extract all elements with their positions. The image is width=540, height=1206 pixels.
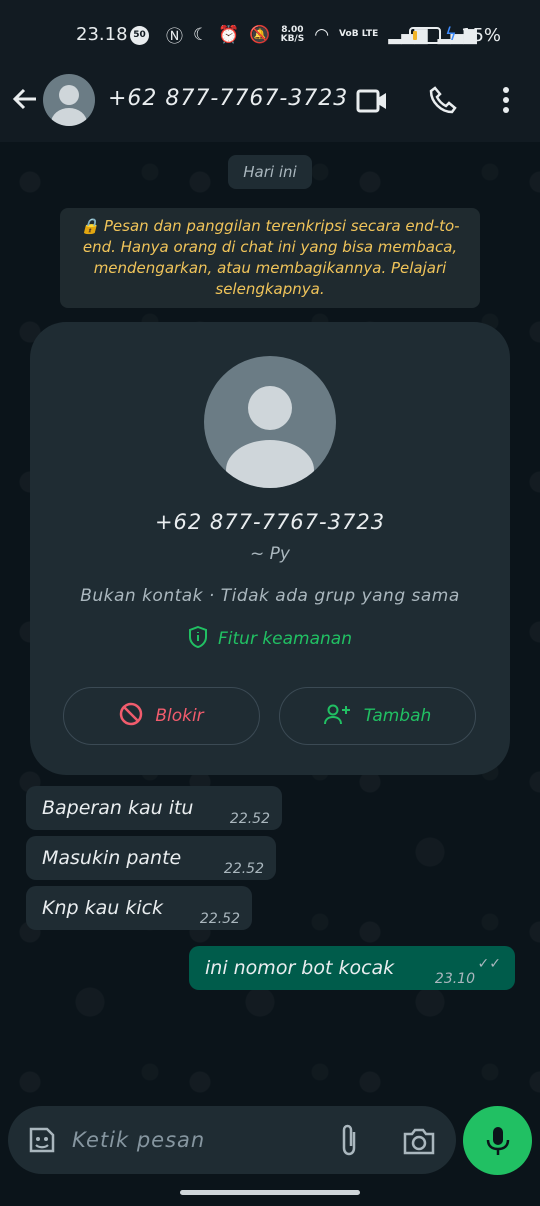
wifi-icon: ◠ (314, 24, 330, 45)
message-text: ini nomor bot kocak (205, 957, 395, 979)
mute-icon: 🔕 (249, 24, 271, 45)
message-text: Knp kau kick (42, 897, 164, 919)
chat-screen: 23.18 50 Ⓝ ☾ ⏰ 🔕 8.00 KB/S ◠ VoB LTE ▂▄▆… (0, 0, 540, 1206)
video-call-icon[interactable] (356, 88, 388, 114)
contact-card-name: ~ Py (250, 544, 290, 564)
network-speed: 8.00 KB/S (280, 25, 305, 44)
volte-icon: VoB LTE (339, 29, 379, 39)
contact-title[interactable]: +62 877-7767-3723 (108, 86, 348, 111)
more-options-icon[interactable] (496, 84, 516, 116)
attach-icon[interactable] (336, 1124, 364, 1158)
shield-icon (189, 625, 207, 649)
message-input[interactable] (72, 1122, 322, 1158)
chat-header: +62 877-7767-3723 (0, 70, 540, 142)
message-bubble-outgoing[interactable]: ini nomor bot kocak 23.10 ✓✓ (189, 946, 515, 990)
speed-unit: KB/S (280, 33, 305, 44)
message-bubble[interactable]: Baperan kau itu 22.52 (26, 786, 282, 830)
status-bar: 23.18 50 Ⓝ ☾ ⏰ 🔕 8.00 KB/S ◠ VoB LTE ▂▄▆… (0, 0, 540, 70)
notification-badge: 50 (130, 26, 149, 45)
message-time: 23.10 (434, 971, 475, 987)
battery-fill (413, 31, 417, 40)
message-bubble[interactable]: Knp kau kick 22.52 (26, 886, 252, 930)
message-text: Baperan kau itu (42, 797, 194, 819)
alarm-icon: ⏰ (218, 24, 240, 45)
encryption-notice[interactable]: 🔒 Pesan dan panggilan terenkripsi secara… (60, 208, 480, 308)
contact-card: +62 877-7767-3723 ~ Py Bukan kontak · Ti… (30, 322, 510, 775)
back-arrow-icon[interactable] (10, 84, 40, 114)
battery-icon (409, 27, 441, 44)
nfc-icon: Ⓝ (166, 27, 183, 47)
date-chip: Hari ini (228, 155, 312, 189)
voice-record-button[interactable] (463, 1106, 532, 1175)
message-time: 22.52 (199, 911, 240, 927)
message-time: 22.52 (229, 811, 270, 827)
block-label: Blokir (155, 706, 204, 726)
block-icon (120, 702, 143, 726)
message-text: Masukin pante (42, 847, 182, 869)
add-label: Tambah (363, 706, 432, 726)
sticker-emoji-icon[interactable] (26, 1124, 58, 1156)
add-contact-button[interactable]: Tambah (279, 687, 476, 745)
contact-avatar[interactable] (43, 74, 95, 126)
contact-card-avatar[interactable] (204, 356, 336, 488)
security-features-link[interactable]: Fitur keamanan (30, 625, 510, 649)
message-time: 22.52 (223, 861, 264, 877)
status-time: 23.18 (76, 24, 128, 45)
security-label: Fitur keamanan (218, 629, 352, 649)
add-person-icon (323, 704, 350, 725)
contact-card-number: +62 877-7767-3723 (154, 510, 386, 534)
phone-call-icon[interactable] (428, 85, 458, 115)
block-button[interactable]: Blokir (63, 687, 260, 745)
camera-icon[interactable] (402, 1126, 436, 1156)
battery-percent: 15% (461, 25, 502, 46)
microphone-icon (486, 1127, 510, 1155)
contact-card-info: Bukan kontak · Tidak ada grup yang sama (80, 586, 460, 606)
message-bubble[interactable]: Masukin pante 22.52 (26, 836, 276, 880)
moon-icon: ☾ (193, 24, 209, 45)
charging-icon: ϟ (445, 24, 457, 45)
home-indicator[interactable] (180, 1190, 360, 1195)
read-ticks-icon: ✓✓ (477, 956, 501, 972)
message-composer (8, 1106, 456, 1174)
